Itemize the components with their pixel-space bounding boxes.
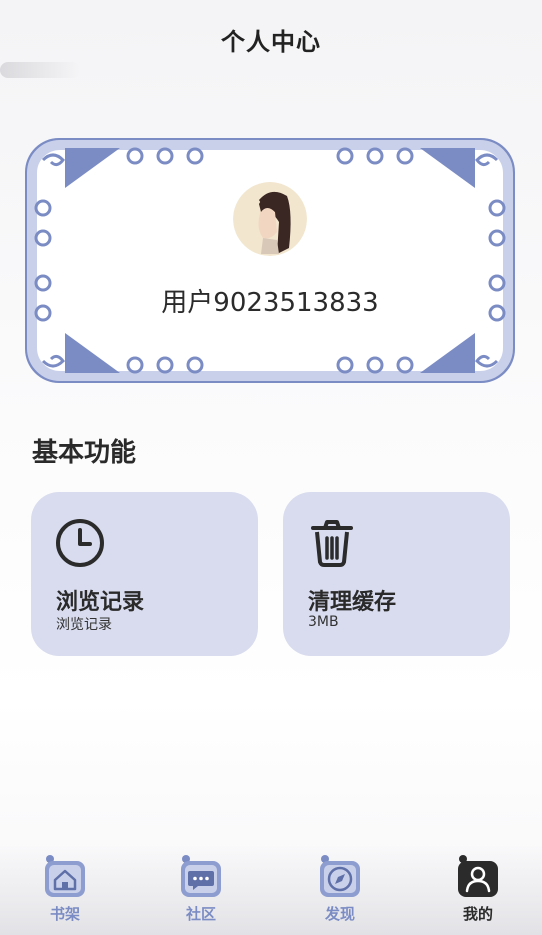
background-brush-stroke <box>0 62 80 78</box>
chat-icon <box>181 855 221 897</box>
home-icon <box>45 855 85 897</box>
bottom-tab-bar: 书架 社区 发现 我的 <box>0 845 542 935</box>
section-title: 基本功能 <box>32 438 137 468</box>
card-sublabel: 3MB <box>308 614 339 630</box>
trash-icon <box>311 520 353 567</box>
tab-label: 我的 <box>462 905 493 923</box>
clock-icon <box>56 519 104 567</box>
tab-bookshelf[interactable]: 书架 <box>35 853 95 933</box>
clear-cache-card[interactable]: 清理缓存 3MB <box>283 492 510 656</box>
avatar[interactable] <box>233 182 307 256</box>
profile-card[interactable]: 用户9023513833 <box>25 138 515 383</box>
page-title: 个人中心 <box>221 28 321 56</box>
card-label: 清理缓存 <box>308 590 397 615</box>
tab-community[interactable]: 社区 <box>171 853 231 933</box>
browsing-history-card[interactable]: 浏览记录 浏览记录 <box>31 492 258 656</box>
decorative-frame <box>25 138 515 383</box>
user-icon <box>458 855 498 897</box>
tab-mine[interactable]: 我的 <box>448 853 508 933</box>
compass-icon <box>320 855 360 897</box>
card-sublabel: 浏览记录 <box>56 617 112 633</box>
tab-label: 发现 <box>324 905 355 923</box>
card-label: 浏览记录 <box>56 590 145 615</box>
avatar-portrait-icon <box>233 182 307 256</box>
tab-label: 书架 <box>49 905 80 923</box>
username: 用户9023513833 <box>161 288 379 318</box>
tab-label: 社区 <box>185 905 216 923</box>
tab-discover[interactable]: 发现 <box>310 853 370 933</box>
